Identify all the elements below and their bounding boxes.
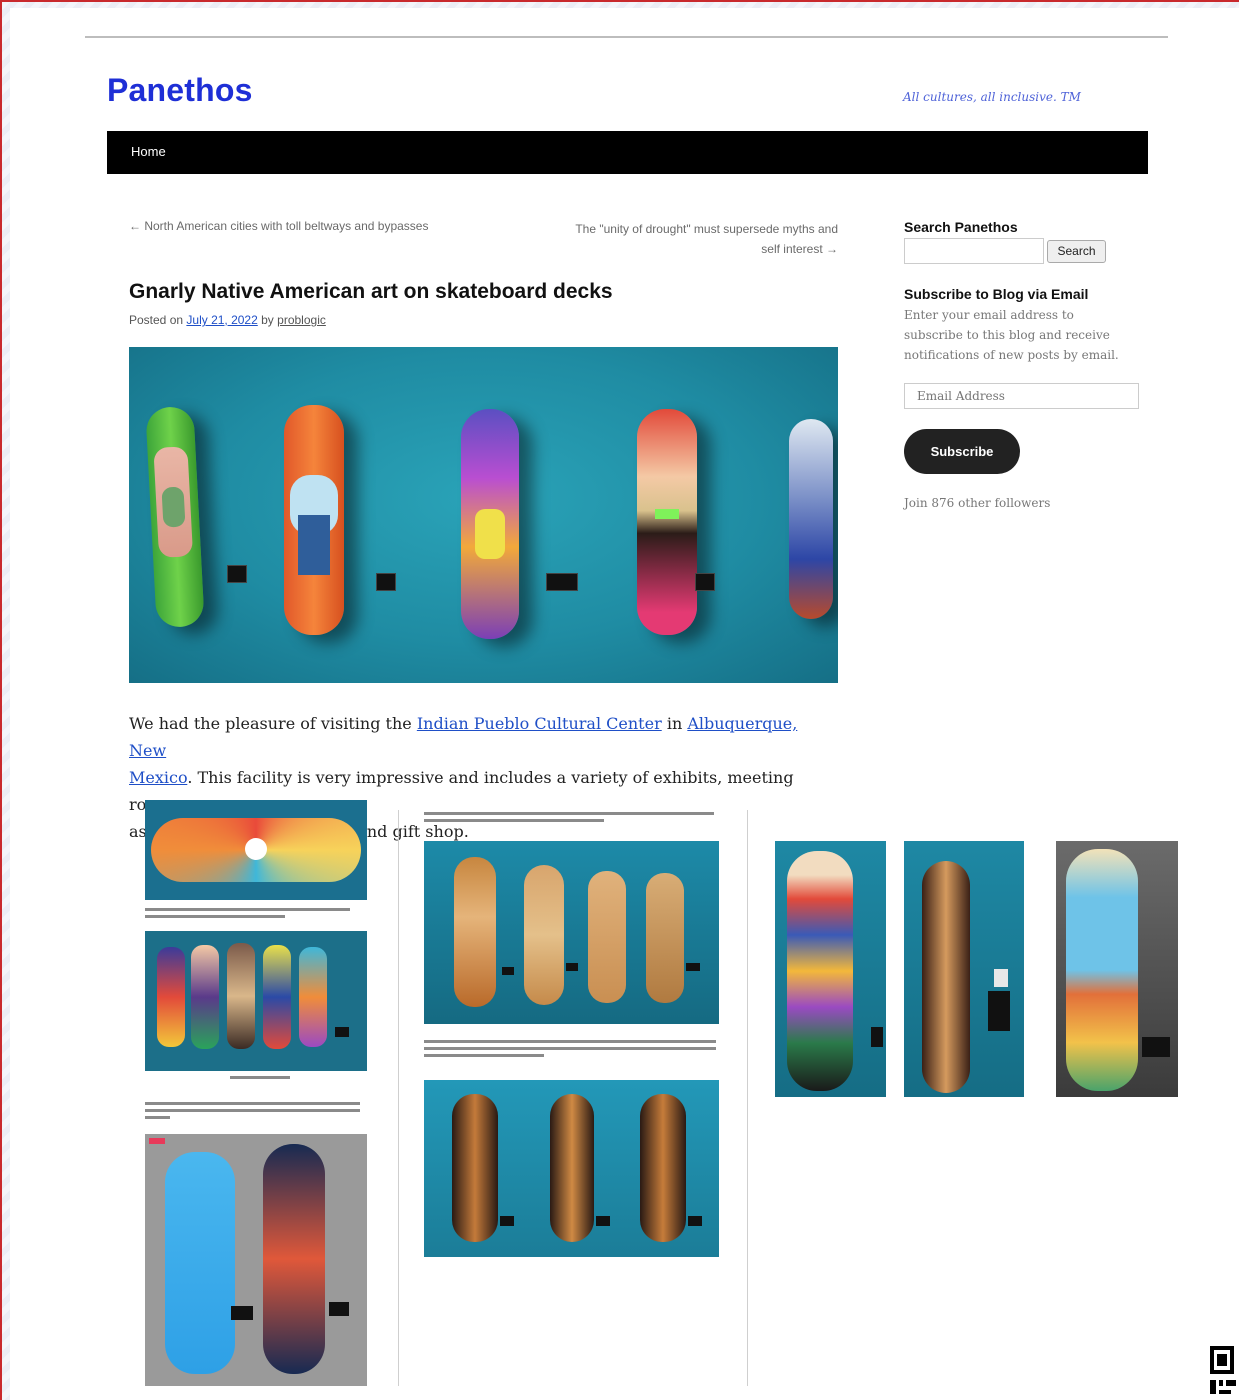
- next-post-link[interactable]: The "unity of drought" must supersede my…: [520, 219, 838, 259]
- collage-caption-4: [424, 812, 714, 826]
- plaque-2: [376, 573, 396, 591]
- collage-image-drummer-deck[interactable]: [1056, 841, 1178, 1097]
- skateboard-deck-green: [145, 405, 205, 629]
- collage-caption-2: [230, 1076, 290, 1083]
- search-button[interactable]: Search: [1047, 240, 1106, 263]
- site-title[interactable]: Panethos: [107, 72, 253, 109]
- skateboard-deck-portrait: [637, 409, 697, 635]
- skateboard-deck-purple: [461, 409, 519, 639]
- collage-caption-1: [145, 908, 350, 922]
- subscribe-button[interactable]: Subscribe: [904, 429, 1020, 474]
- albuquerque-link-part2[interactable]: Mexico: [129, 768, 187, 787]
- collage-image-sunburst-deck[interactable]: [145, 800, 367, 900]
- collage-caption-5: [424, 1040, 716, 1061]
- collage-image-wood-burned-deck[interactable]: [904, 841, 1024, 1097]
- collage-image-two-shaped-decks[interactable]: [145, 1134, 367, 1386]
- post-author-link[interactable]: problogic: [277, 313, 326, 327]
- followers-count: Join 876 other followers: [904, 496, 1051, 510]
- collage-divider-1: [398, 810, 399, 1386]
- hero-image-skateboard-decks[interactable]: [129, 347, 838, 683]
- next-post-text-line1: The "unity of drought" must supersede my…: [575, 222, 838, 236]
- plaque-3: [546, 573, 578, 591]
- body-text-2: in: [661, 714, 688, 733]
- email-field[interactable]: [904, 383, 1139, 409]
- nav-item-home[interactable]: Home: [131, 144, 166, 159]
- main-nav-bar: Home: [107, 131, 1148, 174]
- skateboard-deck-partial: [789, 419, 833, 619]
- collage-image-four-wood-decks[interactable]: [424, 841, 719, 1024]
- site-tagline: All cultures, all inclusive. TM: [903, 90, 1081, 104]
- search-widget-title: Search Panethos: [904, 219, 1018, 235]
- body-text-1: We had the pleasure of visiting the: [129, 714, 417, 733]
- post-date-link[interactable]: July 21, 2022: [186, 313, 257, 327]
- previous-post-link[interactable]: ← North American cities with toll beltwa…: [129, 219, 428, 233]
- post-title: Gnarly Native American art on skateboard…: [129, 280, 613, 303]
- next-post-text-line2: self interest →: [761, 242, 838, 256]
- subscribe-description: Enter your email address to subscribe to…: [904, 308, 1119, 362]
- skateboard-deck-orange: [284, 405, 344, 635]
- collage-image-colorful-deck[interactable]: [775, 841, 886, 1097]
- collage-image-three-carved-decks[interactable]: [424, 1080, 719, 1257]
- collage-image-five-decks[interactable]: [145, 931, 367, 1071]
- plaque-1: [227, 565, 247, 583]
- collage-caption-3: [145, 1102, 360, 1123]
- search-input[interactable]: [904, 238, 1044, 264]
- indian-pueblo-link[interactable]: Indian Pueblo Cultural Center: [417, 714, 662, 733]
- post-meta: Posted on July 21, 2022 by problogic: [129, 313, 326, 327]
- by-label: by: [261, 313, 274, 327]
- posted-on-label: Posted on: [129, 313, 184, 327]
- subscribe-widget-title: Subscribe to Blog via Email: [904, 286, 1089, 302]
- plaque-4: [695, 573, 715, 591]
- qr-code-icon: [1210, 1346, 1239, 1400]
- collage-divider-2: [747, 810, 748, 1386]
- top-divider: [85, 36, 1168, 38]
